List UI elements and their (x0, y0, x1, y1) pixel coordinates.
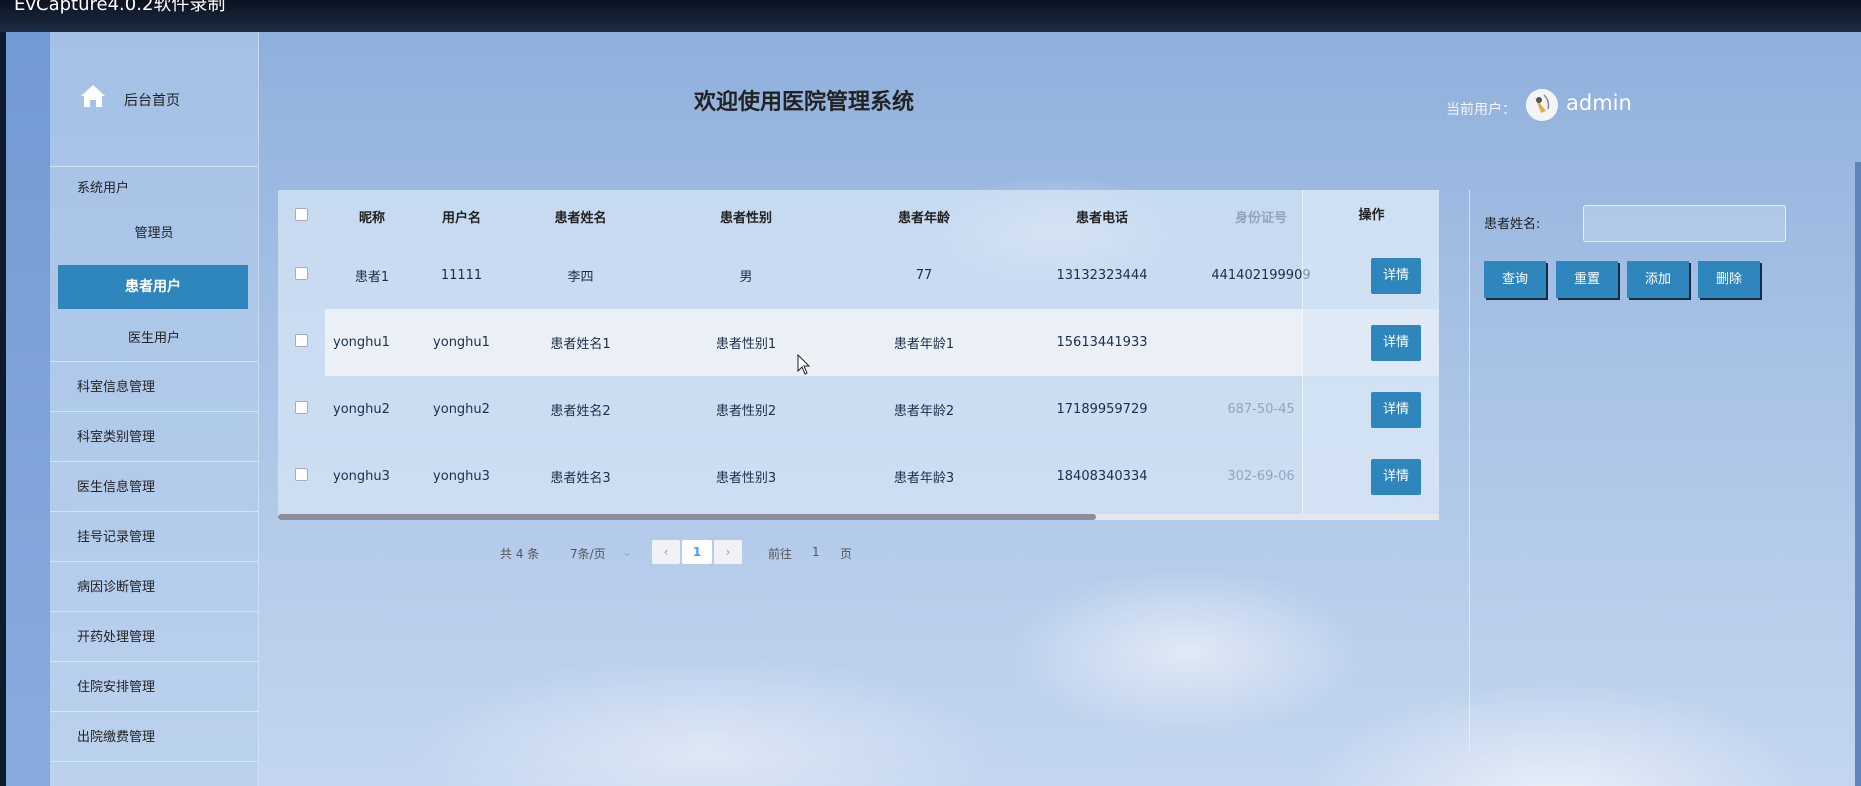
cell-phone: 17189959729 (1056, 402, 1148, 417)
detail-button[interactable]: 详情 (1371, 392, 1421, 428)
sidebar-item-department-info[interactable]: 科室信息管理 (50, 363, 258, 412)
page-title: 欢迎使用医院管理系统 (694, 90, 915, 115)
sidebar-item-hospitalization[interactable]: 住院安排管理 (50, 663, 258, 712)
page-suffix: 页 (840, 547, 853, 561)
delete-button[interactable]: 删除 (1698, 261, 1760, 298)
add-button[interactable]: 添加 (1627, 261, 1689, 298)
col-username: 用户名 (441, 210, 481, 226)
table-scroll-thumb[interactable] (278, 514, 1096, 520)
cell-gender: 男 (739, 270, 753, 285)
avatar-icon (1526, 89, 1558, 121)
cell-patient-name: 患者姓名2 (550, 404, 611, 419)
row-checkbox[interactable] (295, 334, 308, 347)
cell-gender: 患者性别3 (715, 471, 777, 486)
sidebar-item-discharge-payment[interactable]: 出院缴费管理 (50, 713, 258, 762)
pagination-total: 共 4 条 (500, 547, 540, 561)
cell-patient-name: 患者姓名1 (504, 309, 657, 376)
cell-age: 患者年龄3 (893, 471, 955, 486)
cell-username: yonghu1 (419, 309, 504, 376)
home-label: 后台首页 (124, 93, 180, 109)
left-edge-strip (6, 32, 50, 786)
window-title: EvCapture4.0.2软件录制 (14, 0, 226, 15)
table-header-row: 昵称 用户名 患者姓名 患者性别 患者年龄 患者电话 身份证号 (278, 190, 1439, 242)
table-grid: 昵称 用户名 患者姓名 患者性别 患者年龄 患者电话 身份证号 患者1 1111… (278, 190, 1439, 510)
sidebar-group-system-users[interactable]: 系统用户 (50, 166, 258, 212)
page-size-select[interactable]: 7条/页 (570, 545, 606, 562)
cell-nickname: yonghu1 (325, 309, 419, 376)
fixed-action-column: 操作 详情 详情 详情 详情 (1302, 190, 1439, 515)
col-phone: 患者电话 (1075, 210, 1128, 226)
select-all-checkbox[interactable] (295, 207, 308, 221)
cell-patient-name: 患者姓名3 (550, 471, 611, 486)
cell-patient-name: 李四 (567, 270, 594, 285)
page-number-1[interactable]: 1 (682, 540, 712, 564)
sidebar-item-department-category[interactable]: 科室类别管理 (50, 413, 258, 462)
sidebar-item-prescription[interactable]: 开药处理管理 (50, 613, 258, 662)
sidebar-item-patient-users[interactable]: 患者用户 (58, 265, 248, 309)
col-patient-name: 患者姓名 (554, 210, 607, 226)
goto-label: 前往 (768, 547, 793, 561)
cell-username: 11111 (440, 268, 483, 283)
cell-nickname: yonghu2 (333, 402, 390, 417)
current-user-label: 当前用户： (1446, 102, 1516, 118)
detail-button[interactable]: 详情 (1371, 325, 1421, 361)
sidebar-item-doctor-info[interactable]: 医生信息管理 (50, 463, 258, 512)
search-patient-name-input[interactable] (1583, 205, 1786, 242)
scrollbar[interactable] (1855, 162, 1861, 786)
cell-nickname: yonghu3 (333, 469, 390, 484)
table-row: yonghu3 yonghu3 患者姓名3 患者性别3 患者年龄3 184083… (278, 443, 1439, 510)
sidebar-divider (50, 361, 258, 362)
row-checkbox[interactable] (295, 468, 308, 481)
col-nickname: 昵称 (358, 210, 385, 226)
cell-gender: 患者性别2 (715, 404, 777, 419)
window-titlebar: EvCapture4.0.2软件录制 (0, 0, 1861, 32)
next-page-button[interactable]: › (714, 540, 742, 564)
table-row: yonghu1 yonghu1 患者姓名1 患者性别1 患者年龄1 156134… (278, 309, 1439, 376)
table-row: yonghu2 yonghu2 患者姓名2 患者性别2 患者年龄2 171899… (278, 376, 1439, 443)
page-size-chevron-icon[interactable]: ⌄ (622, 545, 632, 559)
detail-button[interactable]: 详情 (1371, 258, 1421, 294)
table-row: 患者1 11111 李四 男 77 13132323444 4414021999… (278, 242, 1439, 309)
cell-age: 患者年龄2 (893, 404, 955, 419)
cell-age: 患者年龄1 (835, 309, 1013, 376)
patient-table: 昵称 用户名 患者姓名 患者性别 患者年龄 患者电话 身份证号 患者1 1111… (278, 190, 1439, 520)
cell-username: yonghu2 (433, 402, 490, 417)
cell-username: yonghu3 (433, 469, 490, 484)
avatar[interactable] (1526, 89, 1558, 121)
sidebar-item-diagnosis[interactable]: 病因诊断管理 (50, 563, 258, 612)
cell-age: 77 (915, 268, 933, 283)
cell-phone: 18408340334 (1056, 469, 1148, 484)
panel-divider (1469, 190, 1470, 754)
goto-input[interactable]: 1 (812, 545, 820, 559)
cell-phone: 13132323444 (1056, 268, 1148, 283)
home-link[interactable]: 后台首页 (50, 32, 258, 167)
cell-nickname: 患者1 (354, 270, 390, 285)
sidebar-item-registration[interactable]: 挂号记录管理 (50, 513, 258, 562)
row-checkbox[interactable] (295, 267, 308, 280)
current-username: admin (1566, 91, 1632, 115)
sidebar-item-doctor-users[interactable]: 医生用户 (50, 317, 258, 361)
prev-page-button[interactable]: ‹ (652, 540, 680, 564)
sidebar-item-admin[interactable]: 管理员 (50, 212, 258, 256)
detail-button[interactable]: 详情 (1371, 459, 1421, 495)
col-gender: 患者性别 (719, 210, 772, 226)
sidebar: 后台首页 系统用户 管理员 患者用户 医生用户 科室信息管理 科室类别管理 医生… (50, 32, 259, 786)
home-icon (81, 85, 105, 107)
query-button[interactable]: 查询 (1484, 261, 1546, 298)
reset-button[interactable]: 重置 (1556, 261, 1618, 298)
col-age: 患者年龄 (897, 210, 950, 226)
search-patient-name-label: 患者姓名: (1484, 217, 1541, 232)
col-actions: 操作 (1358, 208, 1385, 223)
row-checkbox[interactable] (295, 401, 308, 414)
mouse-cursor-icon (797, 354, 811, 375)
cell-phone: 15613441933 (1013, 309, 1191, 376)
